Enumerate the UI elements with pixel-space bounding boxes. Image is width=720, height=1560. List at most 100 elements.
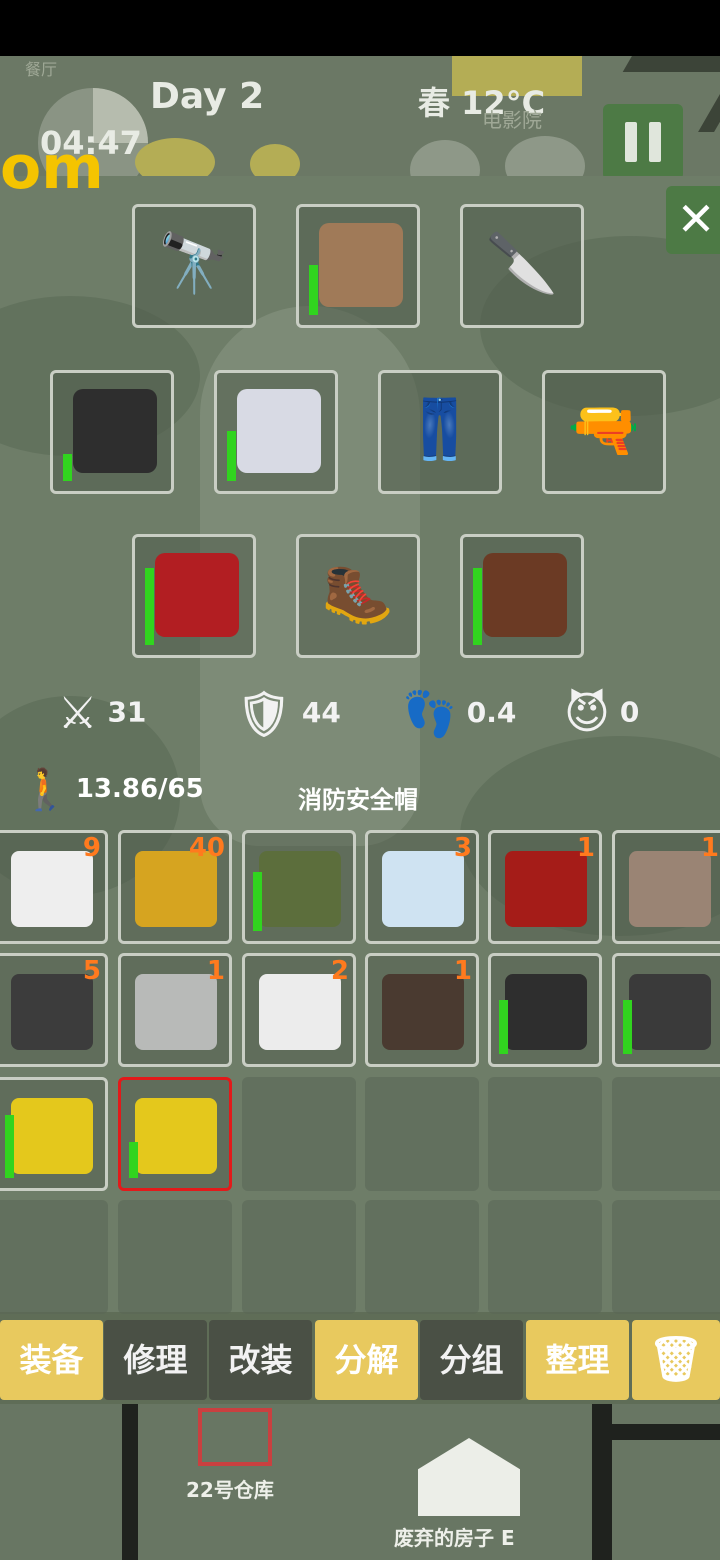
inventory-item-arrow[interactable]: 40 [118, 830, 232, 944]
inventory-item-gunpowder[interactable]: 5 [0, 953, 108, 1067]
item-count: 9 [82, 833, 101, 863]
scrap-metal-icon [629, 851, 711, 927]
status-bar [0, 0, 720, 56]
repair-button[interactable]: 修理 [104, 1320, 207, 1400]
item-count: 2 [330, 956, 349, 986]
pistol-icon: 🔫 [567, 395, 641, 463]
inventory-item-safety-helmet[interactable] [0, 1077, 108, 1191]
inventory-empty-slot[interactable] [365, 1200, 479, 1314]
hud: 餐厅 Day 2 04:47 春 12°C 电影院 [0, 56, 720, 176]
inventory-item-pistol-silver[interactable] [612, 953, 720, 1067]
attack-value: 31 [107, 695, 147, 729]
speed-stat: 👣 0.4 [402, 688, 516, 740]
inventory-item-scrap-metal[interactable]: 1 [612, 830, 720, 944]
inventory-empty-slot[interactable] [0, 1200, 108, 1314]
backpack-icon [155, 553, 239, 637]
selected-item-name: 消防安全帽 [298, 786, 418, 814]
inventory-empty-slot[interactable] [242, 1200, 356, 1314]
inventory-empty-slot[interactable] [242, 1077, 356, 1191]
durability-bar [309, 265, 318, 315]
durability-bar [145, 568, 154, 645]
durability-bar [253, 872, 262, 931]
item-count: 1 [700, 833, 719, 863]
inventory-item-camo-cap[interactable] [242, 830, 356, 944]
safety-helmet-selected-icon [135, 1098, 217, 1174]
inventory-item-pistol-glock[interactable] [488, 953, 602, 1067]
inventory-item-gun-parts[interactable]: 1 [365, 953, 479, 1067]
equip-slot-boots[interactable]: 🥾 [296, 534, 420, 658]
safety-helmet-icon [11, 1098, 93, 1174]
inventory-empty-slot[interactable] [612, 1200, 720, 1314]
equip-slot-shirt[interactable] [214, 370, 338, 494]
binoculars-icon: 🔭 [157, 229, 231, 297]
action-bar: 装备 修理 改装 分解 分组 整理 🗑 [0, 1318, 720, 1404]
pistol-glock-icon [505, 974, 587, 1050]
item-count: 5 [82, 956, 101, 986]
gun-parts-icon [382, 974, 464, 1050]
map-marker-icon [505, 136, 585, 176]
equip-slot-knife[interactable]: 🔪 [460, 204, 584, 328]
camo-cap-icon [259, 851, 341, 927]
warehouse-icon[interactable] [198, 1408, 272, 1466]
gunpowder-icon [11, 974, 93, 1050]
equip-slot-backpack[interactable] [132, 534, 256, 658]
durability-bar [227, 431, 236, 481]
coffee-pack-icon [505, 851, 587, 927]
inventory-item-bolt-nut[interactable]: 1 [118, 953, 232, 1067]
crossbow-icon [483, 553, 567, 637]
durability-bar [473, 568, 482, 645]
inventory-item-coffee-pack[interactable]: 1 [488, 830, 602, 944]
inventory-empty-slot[interactable] [118, 1200, 232, 1314]
pause-bar-icon [649, 122, 661, 162]
body-armor-icon [73, 389, 157, 473]
equip-slot-body-armor[interactable] [50, 370, 174, 494]
warehouse-label[interactable]: 22号仓库 [186, 1474, 274, 1503]
equip-slot-binoculars[interactable]: 🔭 [132, 204, 256, 328]
attack-stat: ⚔ 31 [58, 688, 146, 739]
inventory-empty-slot[interactable] [365, 1077, 479, 1191]
equip-slot-crossbow[interactable] [460, 534, 584, 658]
bolt-nut-icon [135, 974, 217, 1050]
modify-button[interactable]: 改装 [209, 1320, 312, 1400]
pistol-silver-icon [629, 974, 711, 1050]
inventory-item-rice-bag[interactable]: 9 [0, 830, 108, 944]
inventory-item-safety-helmet-selected[interactable] [118, 1077, 232, 1191]
dismantle-button[interactable]: 分解 [315, 1320, 418, 1400]
inventory-empty-slot[interactable] [488, 1077, 602, 1191]
map-marker-icon [410, 140, 480, 176]
house-icon[interactable] [418, 1438, 520, 1516]
item-count: 1 [576, 833, 595, 863]
inventory-empty-slot[interactable] [488, 1200, 602, 1314]
carry-weight: 🚶 13.86/65 [20, 766, 204, 813]
inventory-empty-slot[interactable] [612, 1077, 720, 1191]
speed-value: 0.4 [466, 696, 517, 729]
close-button[interactable]: ✕ [666, 186, 720, 254]
inventory-item-water-bottle[interactable]: 3 [365, 830, 479, 944]
pause-button[interactable] [603, 104, 683, 176]
boonie-hat-icon [319, 223, 403, 307]
tshirt-icon [237, 389, 321, 473]
equip-slot-pistol[interactable]: 🔫 [542, 370, 666, 494]
inventory-item-empty-bottle[interactable]: 2 [242, 953, 356, 1067]
crossed-swords-icon: ⚔ [58, 688, 98, 739]
durability-bar [63, 454, 72, 481]
trash-icon: 🗑 [648, 1334, 704, 1385]
item-count: 40 [188, 833, 225, 863]
durability-bar [129, 1142, 138, 1178]
group-button[interactable]: 分组 [420, 1320, 523, 1400]
item-count: 3 [453, 833, 472, 863]
trash-button[interactable]: 🗑 [632, 1320, 720, 1400]
equip-button[interactable]: 装备 [0, 1320, 103, 1400]
evil-value: 0 [619, 695, 640, 729]
equip-slot-hat[interactable] [296, 204, 420, 328]
road-line [612, 1424, 720, 1440]
equip-slot-pants[interactable]: 👖 [378, 370, 502, 494]
water-bottle-icon [382, 851, 464, 927]
hiker-icon: 🚶 [20, 767, 70, 813]
house-label[interactable]: 废弃的房子 E [394, 1522, 515, 1551]
durability-bar [5, 1115, 14, 1178]
sort-button[interactable]: 整理 [526, 1320, 629, 1400]
overflow-text: om [0, 133, 104, 203]
road-line [122, 1404, 138, 1560]
top-faded-label: 餐厅 [25, 60, 58, 79]
